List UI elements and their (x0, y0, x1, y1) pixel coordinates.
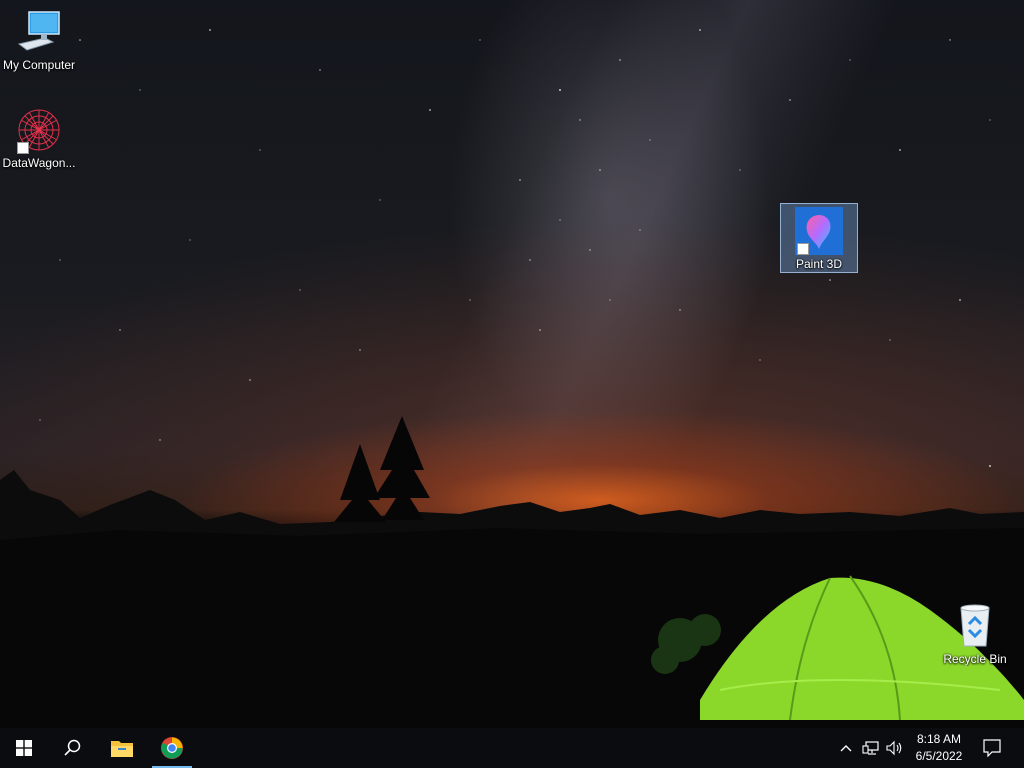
clock-time: 8:18 AM (916, 732, 962, 746)
volume-button[interactable] (886, 740, 904, 756)
desktop-icon-label: Recycle Bin (943, 652, 1007, 666)
taskbar-file-explorer[interactable] (98, 728, 146, 768)
desktop-icon-label: Paint 3D (795, 257, 843, 271)
show-hidden-icons-button[interactable] (840, 740, 852, 756)
chevron-up-icon (840, 745, 852, 752)
shortcut-arrow-icon (797, 243, 809, 255)
network-button[interactable] (862, 740, 880, 756)
computer-icon (15, 8, 63, 56)
action-center-button[interactable] (983, 739, 1001, 758)
search-icon (64, 739, 81, 756)
desktop-icon-recycle-bin[interactable]: Recycle Bin (936, 602, 1014, 666)
start-button[interactable] (0, 728, 48, 768)
desktop-icon-label: DataWagon... (2, 156, 76, 170)
desktop-icon-paint3d[interactable]: Paint 3D (780, 203, 858, 273)
taskbar-clock[interactable]: 8:18 AM 6/5/2022 (904, 731, 974, 765)
windows-start-icon (16, 740, 32, 756)
search-button[interactable] (48, 728, 96, 768)
datawagon-icon (15, 106, 63, 154)
action-center-icon (983, 739, 1001, 758)
desktop-icon-my-computer[interactable]: My Computer (0, 8, 78, 72)
taskbar-chrome[interactable] (148, 728, 196, 768)
taskbar: 8:18 AM 6/5/2022 (0, 728, 1024, 768)
mountain-silhouette (0, 416, 1024, 728)
shortcut-arrow-icon (17, 142, 29, 154)
paint3d-icon (795, 207, 843, 255)
volume-icon (886, 740, 902, 756)
chrome-icon (161, 737, 183, 759)
clock-date: 6/5/2022 (915, 749, 963, 763)
desktop-icon-datawagon[interactable]: DataWagon... (0, 106, 78, 170)
desktop-icon-label: My Computer (2, 58, 76, 72)
desktop-wallpaper (0, 0, 1024, 728)
folder-icon (111, 741, 133, 757)
recycle-bin-icon (951, 602, 999, 650)
network-icon (862, 741, 879, 755)
